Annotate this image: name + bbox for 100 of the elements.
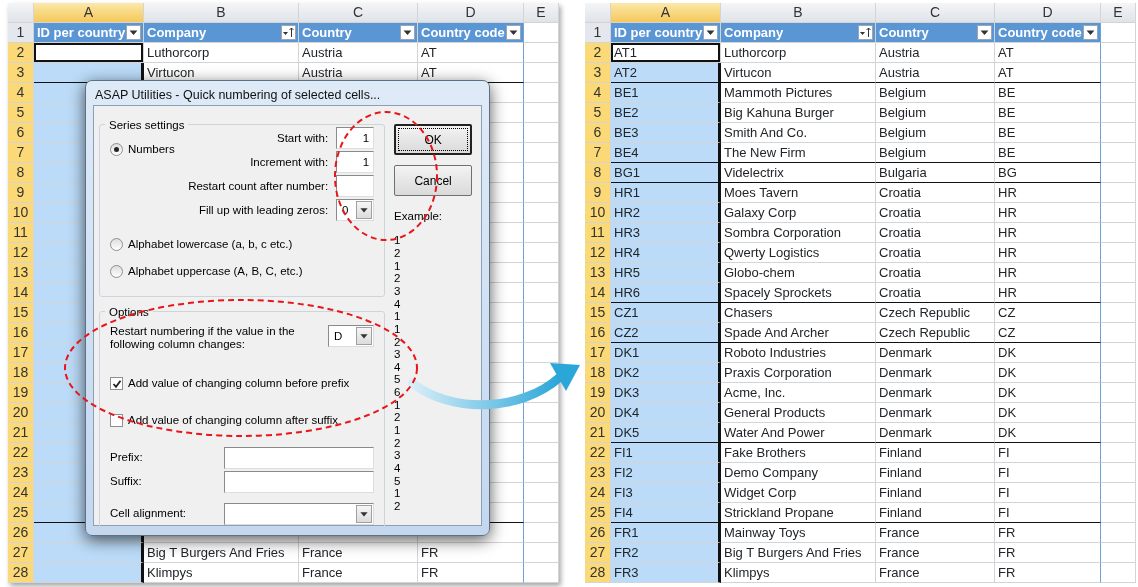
row-header[interactable]: 2 xyxy=(8,43,34,63)
row-header[interactable]: 1 xyxy=(8,23,34,43)
row-header[interactable]: 1 xyxy=(585,23,611,43)
column-header[interactable]: E xyxy=(524,3,559,23)
row-header[interactable]: 8 xyxy=(585,163,611,183)
row-header[interactable]: 6 xyxy=(585,123,611,143)
row-header[interactable]: 10 xyxy=(585,203,611,223)
column-header[interactable]: B xyxy=(144,3,299,23)
example-value: 3 xyxy=(394,284,402,298)
checkbox[interactable] xyxy=(110,377,123,391)
column-header[interactable]: E xyxy=(1101,3,1136,23)
example-value: 5 xyxy=(394,373,402,387)
row-header[interactable]: 13 xyxy=(585,263,611,283)
row-header[interactable]: 28 xyxy=(585,563,611,583)
sort-filter-icon[interactable] xyxy=(858,25,873,40)
column-header[interactable]: C xyxy=(876,3,995,23)
table-cell: HR xyxy=(995,223,1101,243)
option-label: Restart numbering if the value in the following column changes: xyxy=(110,325,296,352)
filter-dropdown-icon[interactable] xyxy=(400,25,415,40)
row-header[interactable]: 26 xyxy=(8,523,34,543)
row-header[interactable]: 7 xyxy=(8,143,34,163)
text-field[interactable] xyxy=(336,175,375,198)
text-field[interactable] xyxy=(224,446,375,469)
cancel-button[interactable]: Cancel xyxy=(394,165,473,196)
column-header[interactable]: C xyxy=(299,3,418,23)
row-header[interactable]: 28 xyxy=(8,563,34,583)
row-header[interactable]: 19 xyxy=(585,383,611,403)
column-header[interactable]: A xyxy=(611,3,721,23)
row-header[interactable]: 9 xyxy=(8,183,34,203)
radio-label[interactable]: Numbers xyxy=(128,141,175,159)
row-header[interactable]: 22 xyxy=(8,443,34,463)
radio-button[interactable] xyxy=(110,264,123,278)
filter-dropdown-icon[interactable] xyxy=(506,25,521,40)
text-field[interactable] xyxy=(224,470,375,493)
row-header[interactable]: 3 xyxy=(585,63,611,83)
radio-label[interactable]: Alphabet uppercase (A, B, C, etc.) xyxy=(128,262,303,280)
row-header[interactable]: 10 xyxy=(8,203,34,223)
row-header[interactable]: 6 xyxy=(8,123,34,143)
row-header[interactable]: 13 xyxy=(8,263,34,283)
row-header[interactable]: 3 xyxy=(8,63,34,83)
row-header[interactable]: 24 xyxy=(585,483,611,503)
table-cell: Luthorcorp xyxy=(721,43,876,63)
row-header[interactable]: 14 xyxy=(8,283,34,303)
row-header[interactable]: 16 xyxy=(585,323,611,343)
row-header[interactable]: 18 xyxy=(8,363,34,383)
row-header[interactable]: 25 xyxy=(8,503,34,523)
row-header[interactable]: 20 xyxy=(8,403,34,423)
filter-dropdown-icon[interactable] xyxy=(126,25,141,40)
column-header[interactable]: D xyxy=(418,3,524,23)
radio-button[interactable] xyxy=(110,238,123,252)
row-header[interactable]: 15 xyxy=(8,303,34,323)
row-header[interactable]: 23 xyxy=(585,463,611,483)
column-header[interactable]: B xyxy=(721,3,876,23)
row-header[interactable]: 14 xyxy=(585,283,611,303)
checkbox-label[interactable]: Add value of changing column before prefix xyxy=(128,375,350,393)
example-value: 2 xyxy=(394,246,402,260)
filter-dropdown-icon[interactable] xyxy=(1083,25,1098,40)
row-header[interactable]: 11 xyxy=(8,223,34,243)
row-header[interactable]: 5 xyxy=(8,103,34,123)
row-header[interactable]: 24 xyxy=(8,483,34,503)
dropdown[interactable] xyxy=(224,502,375,525)
row-header[interactable]: 26 xyxy=(585,523,611,543)
row-header[interactable]: 25 xyxy=(585,503,611,523)
row-header[interactable]: 12 xyxy=(585,243,611,263)
filter-dropdown-icon[interactable] xyxy=(703,25,718,40)
row-header[interactable]: 21 xyxy=(8,423,34,443)
table-cell: CZ xyxy=(995,323,1101,343)
row-header[interactable]: 17 xyxy=(8,343,34,363)
filter-dropdown-icon[interactable] xyxy=(977,25,992,40)
sort-filter-icon[interactable] xyxy=(281,25,296,40)
radio-label[interactable]: Alphabet lowercase (a, b, c etc.) xyxy=(128,236,293,254)
row-header[interactable]: 9 xyxy=(585,183,611,203)
row-header[interactable]: 4 xyxy=(585,83,611,103)
row-header[interactable]: 21 xyxy=(585,423,611,443)
column-header[interactable]: D xyxy=(995,3,1101,23)
text-field[interactable]: 1 xyxy=(336,127,375,150)
table-cell: Fake Brothers xyxy=(721,443,876,463)
row-header[interactable]: 7 xyxy=(585,143,611,163)
radio-button[interactable] xyxy=(110,143,123,157)
example-value: 4 xyxy=(394,462,402,475)
row-header[interactable]: 18 xyxy=(585,363,611,383)
row-header[interactable]: 5 xyxy=(585,103,611,123)
column-header[interactable]: A xyxy=(34,3,144,23)
text-field[interactable]: 1 xyxy=(336,151,375,174)
row-header[interactable]: 15 xyxy=(585,303,611,323)
row-header[interactable]: 2 xyxy=(585,43,611,63)
row-header[interactable]: 20 xyxy=(585,403,611,423)
row-header[interactable]: 12 xyxy=(8,243,34,263)
row-header[interactable]: 19 xyxy=(8,383,34,403)
row-header[interactable]: 23 xyxy=(8,463,34,483)
ok-button[interactable]: OK xyxy=(394,124,473,155)
row-header[interactable]: 27 xyxy=(585,543,611,563)
row-header[interactable]: 17 xyxy=(585,343,611,363)
row-header[interactable]: 11 xyxy=(585,223,611,243)
row-header[interactable]: 4 xyxy=(8,83,34,103)
row-header[interactable]: 8 xyxy=(8,163,34,183)
dropdown[interactable]: D xyxy=(328,325,375,348)
row-header[interactable]: 16 xyxy=(8,323,34,343)
row-header[interactable]: 27 xyxy=(8,543,34,563)
row-header[interactable]: 22 xyxy=(585,443,611,463)
